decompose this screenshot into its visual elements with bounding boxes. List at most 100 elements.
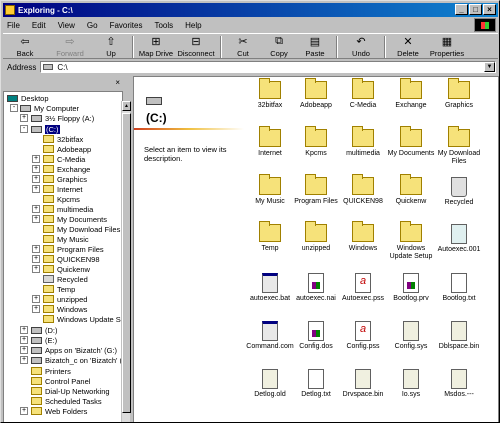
file-item[interactable]: My Music (246, 174, 294, 206)
paste-button[interactable]: ▤ Paste (297, 34, 333, 60)
file-item[interactable]: Program Files (292, 174, 340, 206)
expand-toggle[interactable]: + (32, 255, 40, 263)
file-item[interactable]: My Documents (387, 126, 435, 158)
expand-toggle[interactable]: + (32, 245, 40, 253)
tree-item-c-media[interactable]: C-Media (43, 154, 85, 164)
map-drive-button[interactable]: ⊞ Map Drive (137, 34, 175, 60)
tree-item-windows-update-setup[interactable]: Windows Update Setup (43, 314, 122, 324)
expand-toggle[interactable]: + (32, 295, 40, 303)
tree-item-printers[interactable]: Printers (31, 366, 71, 376)
tree-item-32bitfax[interactable]: 32bitfax (43, 134, 83, 144)
file-item[interactable]: Drvspace.bin (339, 369, 387, 399)
file-item[interactable]: Detlog.txt (292, 369, 340, 399)
expand-toggle[interactable]: + (20, 346, 28, 354)
tree-item-temp[interactable]: Temp (43, 284, 75, 294)
menu-tools[interactable]: Tools (152, 21, 175, 30)
menu-file[interactable]: File (5, 21, 22, 30)
menu-view[interactable]: View (56, 21, 77, 30)
title-bar[interactable]: Exploring - C:\ _ □ × (3, 3, 498, 17)
file-item[interactable]: Config.pss (339, 321, 387, 351)
tree-item-internet[interactable]: Internet (43, 184, 82, 194)
file-item[interactable]: Autoexec.001 (435, 224, 483, 254)
file-item[interactable]: Config.sys (387, 321, 435, 351)
collapse-toggle[interactable]: - (20, 125, 28, 133)
file-item[interactable]: 32bitfax (246, 78, 294, 110)
expand-toggle[interactable]: + (32, 175, 40, 183)
up-button[interactable]: ⇧ Up (93, 34, 129, 60)
tree-item-my-documents[interactable]: My Documents (43, 214, 107, 224)
tree-item-floppy[interactable]: 3½ Floppy (A:) (31, 113, 94, 123)
tree-item-graphics[interactable]: Graphics (43, 174, 87, 184)
tree-item-adobeapp[interactable]: Adobeapp (43, 144, 91, 154)
file-item[interactable]: Config.dos (292, 321, 340, 351)
file-item[interactable]: multimedia (339, 126, 387, 158)
menu-help[interactable]: Help (183, 21, 203, 30)
expand-toggle[interactable]: + (20, 336, 28, 344)
expand-toggle[interactable]: + (20, 407, 28, 415)
file-item[interactable]: Dblspace.bin (435, 321, 483, 351)
file-item[interactable]: My Download Files (435, 126, 483, 166)
tree-item-kpcms[interactable]: Kpcms (43, 194, 80, 204)
minimize-button[interactable]: _ (455, 4, 468, 15)
scroll-thumb[interactable] (122, 113, 131, 413)
tree-item-d-drive[interactable]: (D:) (31, 325, 58, 335)
tree-item-recycled[interactable]: Recycled (43, 274, 88, 284)
tree-item-bizatch-l-drive[interactable]: Bizatch_c on 'Bizatch' (L:) (31, 355, 122, 365)
close-pane-icon[interactable]: × (115, 78, 120, 87)
tree-item-windows[interactable]: Windows (43, 304, 87, 314)
tree-item-quickenw[interactable]: Quickenw (43, 264, 90, 274)
cut-button[interactable]: ✂ Cut (225, 34, 261, 60)
tree-item-exchange[interactable]: Exchange (43, 164, 90, 174)
tree-item-desktop[interactable]: Desktop (7, 93, 49, 103)
expand-toggle[interactable]: + (32, 265, 40, 273)
maximize-button[interactable]: □ (469, 4, 482, 15)
back-button[interactable]: ⇦ Back (3, 34, 47, 60)
tree-item-apps-g-drive[interactable]: Apps on 'Bizatch' (G:) (31, 345, 117, 355)
tree-item-my-download-files[interactable]: My Download Files (43, 224, 120, 234)
tree-item-unzipped[interactable]: unzipped (43, 294, 87, 304)
file-item[interactable]: Adobeapp (292, 78, 340, 110)
menu-go[interactable]: Go (85, 21, 100, 30)
expand-toggle[interactable]: + (20, 114, 28, 122)
file-item[interactable]: Detlog.old (246, 369, 294, 399)
tree-item-quicken98[interactable]: QUICKEN98 (43, 254, 100, 264)
file-item[interactable]: Recycled (435, 177, 483, 207)
file-item[interactable]: autoexec.bat (246, 273, 294, 303)
file-item[interactable]: Command.com (246, 321, 294, 351)
tree-item-scheduled-tasks[interactable]: Scheduled Tasks (31, 396, 102, 406)
file-item[interactable]: Autoexec.pss (339, 273, 387, 303)
tree-item-control-panel[interactable]: Control Panel (31, 376, 90, 386)
file-item[interactable]: Msdos.--- (435, 369, 483, 399)
properties-button[interactable]: ▦ Properties (427, 34, 467, 60)
disconnect-button[interactable]: ⊟ Disconnect (175, 34, 217, 60)
copy-button[interactable]: ⧉ Copy (261, 34, 297, 60)
expand-toggle[interactable]: + (20, 356, 28, 364)
expand-toggle[interactable]: + (32, 205, 40, 213)
file-item[interactable]: Bootlog.prv (387, 273, 435, 303)
menu-favorites[interactable]: Favorites (108, 21, 145, 30)
file-item[interactable]: autoexec.nai (292, 273, 340, 303)
file-item[interactable]: Graphics (435, 78, 483, 110)
file-item[interactable]: QUICKEN98 (339, 174, 387, 206)
tree-item-dial-up-networking[interactable]: Dial-Up Networking (31, 386, 110, 396)
menu-edit[interactable]: Edit (30, 21, 48, 30)
file-item[interactable]: Exchange (387, 78, 435, 110)
tree-item-my-music[interactable]: My Music (43, 234, 89, 244)
expand-toggle[interactable]: + (32, 165, 40, 173)
expand-toggle[interactable]: + (20, 326, 28, 334)
close-button[interactable]: × (483, 4, 496, 15)
tree-item-web-folders[interactable]: Web Folders (31, 406, 87, 416)
file-item[interactable]: Bootlog.txt (435, 273, 483, 303)
expand-toggle[interactable]: + (32, 155, 40, 163)
collapse-toggle[interactable]: - (10, 104, 18, 112)
file-item[interactable]: Quickenw (387, 174, 435, 206)
file-item[interactable]: Windows Update Setup (387, 221, 435, 261)
tree-scrollbar[interactable]: ▲ (121, 101, 131, 422)
file-item[interactable]: Temp (246, 221, 294, 253)
file-item[interactable]: unzipped (292, 221, 340, 253)
expand-toggle[interactable]: + (32, 215, 40, 223)
file-item[interactable]: Kpcms (292, 126, 340, 158)
expand-toggle[interactable]: + (32, 305, 40, 313)
expand-toggle[interactable]: + (32, 185, 40, 193)
undo-button[interactable]: ↶ Undo (341, 34, 381, 60)
